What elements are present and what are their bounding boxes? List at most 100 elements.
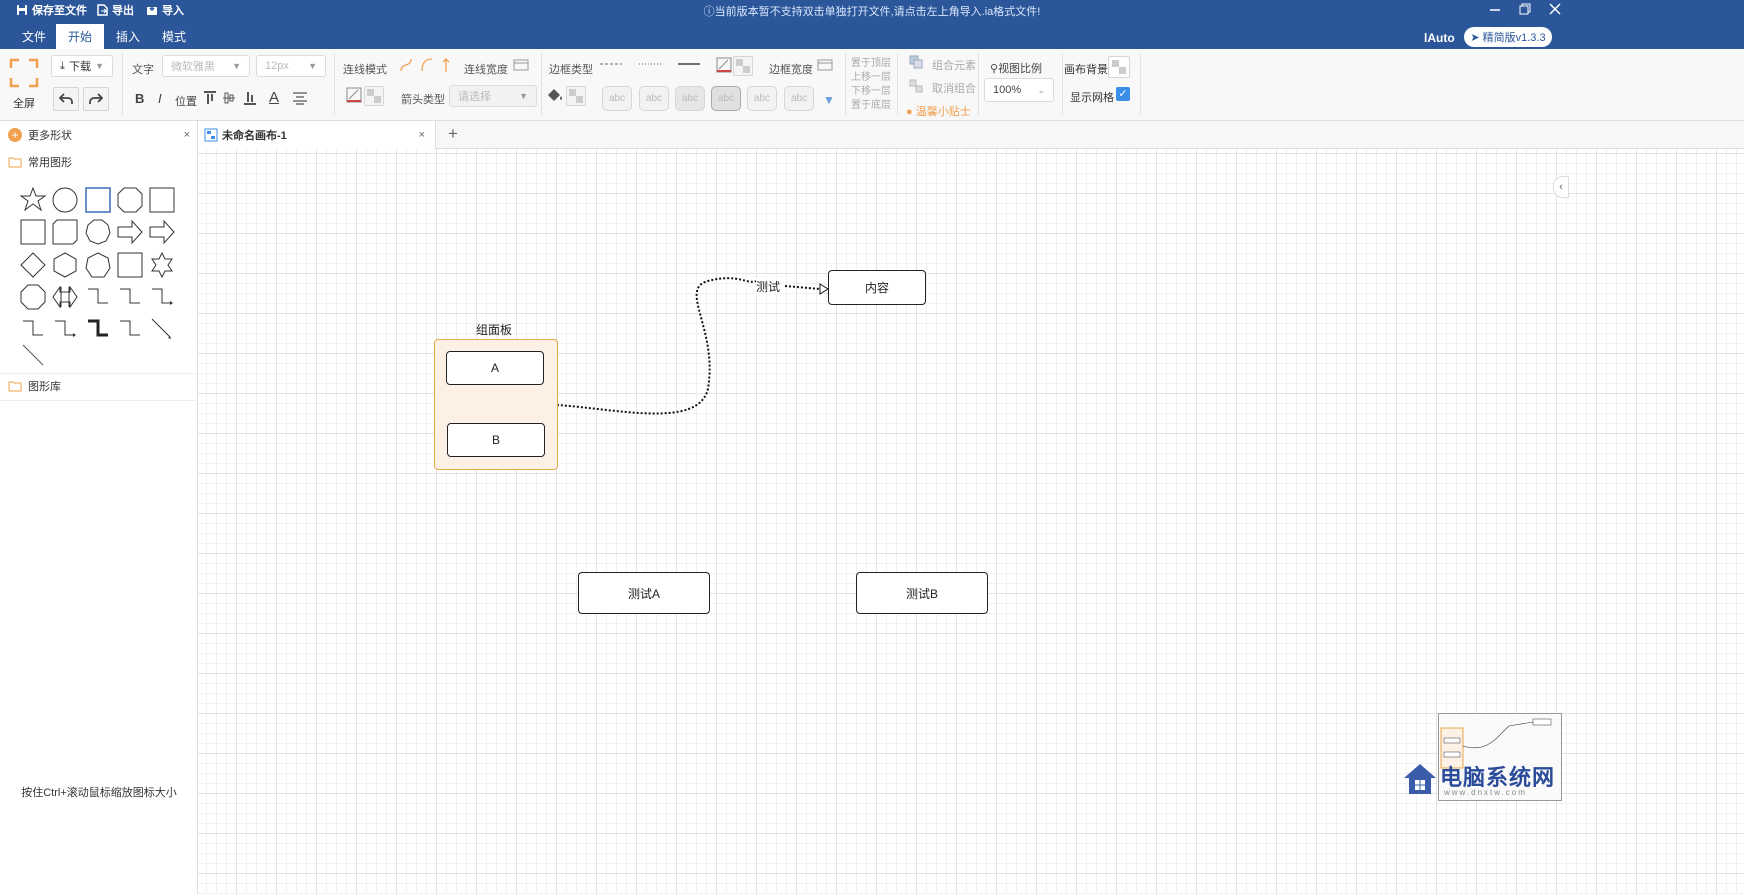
six-point-star-icon[interactable] <box>148 251 176 279</box>
more-styles-icon[interactable]: ▼ <box>823 93 835 107</box>
dashed-border-icon[interactable] <box>600 62 622 66</box>
diamond-icon[interactable] <box>19 251 47 279</box>
rectangle-icon[interactable] <box>84 186 112 214</box>
arc-line-icon[interactable] <box>420 57 434 73</box>
star-icon[interactable] <box>19 186 47 214</box>
font-size-select[interactable]: 12px ▼ <box>256 55 326 77</box>
diagonal-line-icon[interactable] <box>19 341 47 369</box>
show-grid-checkbox[interactable]: ✓ <box>1116 87 1130 101</box>
line-width-icon[interactable] <box>513 57 529 73</box>
move-down-button[interactable]: 下移一层 <box>851 82 891 97</box>
step-connector-icon[interactable] <box>116 315 144 343</box>
tip-link[interactable]: ● 温馨小贴士 <box>906 103 971 119</box>
align-top-icon[interactable] <box>203 91 217 105</box>
bold-button[interactable]: B <box>135 91 144 106</box>
menu-insert[interactable]: 插入 <box>104 24 152 49</box>
right-arrow-icon[interactable] <box>116 218 144 246</box>
border-width-icon[interactable] <box>817 57 833 73</box>
redo-button[interactable] <box>83 87 109 111</box>
node-content[interactable]: 内容 <box>828 270 926 305</box>
square-icon[interactable] <box>148 186 176 214</box>
square-icon[interactable] <box>116 251 144 279</box>
arrow-type-select[interactable]: 请选择 ▼ <box>449 85 537 107</box>
canvas-bg-picker[interactable] <box>1108 56 1130 78</box>
menu-start[interactable]: 开始 <box>56 24 105 49</box>
divider <box>978 53 979 115</box>
line-color-picker[interactable] <box>364 86 384 106</box>
send-to-back-button[interactable]: 置于底层 <box>851 96 891 111</box>
close-tab-icon[interactable]: × <box>419 129 425 141</box>
circle-icon[interactable] <box>51 186 79 214</box>
line-color-icon[interactable] <box>346 87 362 103</box>
step-connector-arrow-icon[interactable] <box>148 283 176 311</box>
hexagon-icon[interactable] <box>51 251 79 279</box>
step-connector-icon[interactable] <box>84 283 112 311</box>
font-size-value: 12px <box>265 60 289 72</box>
menu-mode[interactable]: 模式 <box>150 24 198 49</box>
align-middle-icon[interactable] <box>222 91 236 105</box>
style-preset-3[interactable]: abc <box>675 86 705 111</box>
font-color-button[interactable]: A <box>269 89 279 106</box>
shape-library-label: 图形库 <box>28 381 61 393</box>
more-shapes-header[interactable]: + 更多形状 × <box>0 126 198 144</box>
align-bottom-icon[interactable] <box>243 91 257 105</box>
zoom-select[interactable]: 100% ⌄ <box>984 78 1054 102</box>
fill-bucket-icon[interactable] <box>546 87 564 103</box>
shape-library-folder[interactable]: 图形库 <box>0 377 198 395</box>
collapse-panel-icon[interactable]: ‹ <box>1553 176 1569 198</box>
heptagon-icon[interactable] <box>84 251 112 279</box>
add-tab-icon[interactable]: + <box>448 124 458 144</box>
style-preset-1[interactable]: abc <box>602 86 632 111</box>
curve-line-icon[interactable] <box>399 57 413 73</box>
step-connector-icon[interactable] <box>116 283 144 311</box>
fill-color-picker[interactable] <box>566 86 586 106</box>
decagon-icon[interactable] <box>84 218 112 246</box>
close-window-icon[interactable] <box>1548 2 1562 16</box>
border-color-icon[interactable] <box>716 57 732 73</box>
right-arrow-icon[interactable] <box>148 218 176 246</box>
minimize-icon[interactable] <box>1488 2 1502 16</box>
ungroup-button[interactable]: 取消组合 <box>932 80 976 96</box>
diagonal-arrow-icon[interactable] <box>148 315 176 343</box>
solid-border-icon[interactable] <box>678 62 700 66</box>
node-test-a[interactable]: 测试A <box>578 572 710 614</box>
double-arrow-icon[interactable] <box>51 283 79 311</box>
node-b[interactable]: B <box>447 423 545 457</box>
bring-to-front-button[interactable]: 置于顶层 <box>851 54 891 69</box>
square-icon[interactable] <box>19 218 47 246</box>
dotted-connector[interactable] <box>556 277 757 415</box>
style-preset-6[interactable]: abc <box>784 86 814 111</box>
thick-step-connector-icon[interactable] <box>84 315 112 343</box>
step-connector-arrow-icon[interactable] <box>51 315 79 343</box>
move-up-button[interactable]: 上移一层 <box>851 68 891 83</box>
style-preset-2[interactable]: abc <box>639 86 669 111</box>
position-button[interactable]: 位置 <box>175 93 197 109</box>
align-center-icon[interactable] <box>292 91 308 105</box>
style-preset-5[interactable]: abc <box>747 86 777 111</box>
common-shapes-folder[interactable]: 常用图形 <box>0 153 198 171</box>
download-dropdown[interactable]: ⤓ 下载 ▼ <box>51 55 113 77</box>
style-preset-4[interactable]: abc <box>711 86 741 111</box>
node-test-b[interactable]: 测试B <box>856 572 988 614</box>
version-badge[interactable]: ➤ 精简版v1.3.3 <box>1464 27 1552 47</box>
octagon-icon[interactable] <box>19 283 47 311</box>
octagon-rect-icon[interactable] <box>116 186 144 214</box>
straight-line-icon[interactable] <box>441 57 451 73</box>
group-title[interactable]: 组面板 <box>456 321 532 338</box>
border-color-picker[interactable] <box>733 56 753 76</box>
font-family-select[interactable]: 微软雅黑 ▼ <box>162 55 250 77</box>
edge-label[interactable]: 测试 <box>756 278 781 295</box>
italic-button[interactable]: I <box>158 91 162 106</box>
tab-canvas-1[interactable]: 未命名画布-1 × <box>198 121 436 149</box>
step-connector-icon[interactable] <box>19 315 47 343</box>
menu-file[interactable]: 文件 <box>10 24 58 49</box>
dotted-connector[interactable] <box>784 285 821 290</box>
undo-button[interactable] <box>53 87 79 111</box>
node-a[interactable]: A <box>446 351 544 385</box>
dotted-border-icon[interactable] <box>639 62 661 66</box>
rounded-square-icon[interactable] <box>51 218 79 246</box>
group-elements-button[interactable]: 组合元素 <box>932 57 976 73</box>
close-icon[interactable]: × <box>184 129 190 141</box>
restore-icon[interactable] <box>1518 2 1532 16</box>
fullscreen-icon[interactable] <box>9 58 39 88</box>
